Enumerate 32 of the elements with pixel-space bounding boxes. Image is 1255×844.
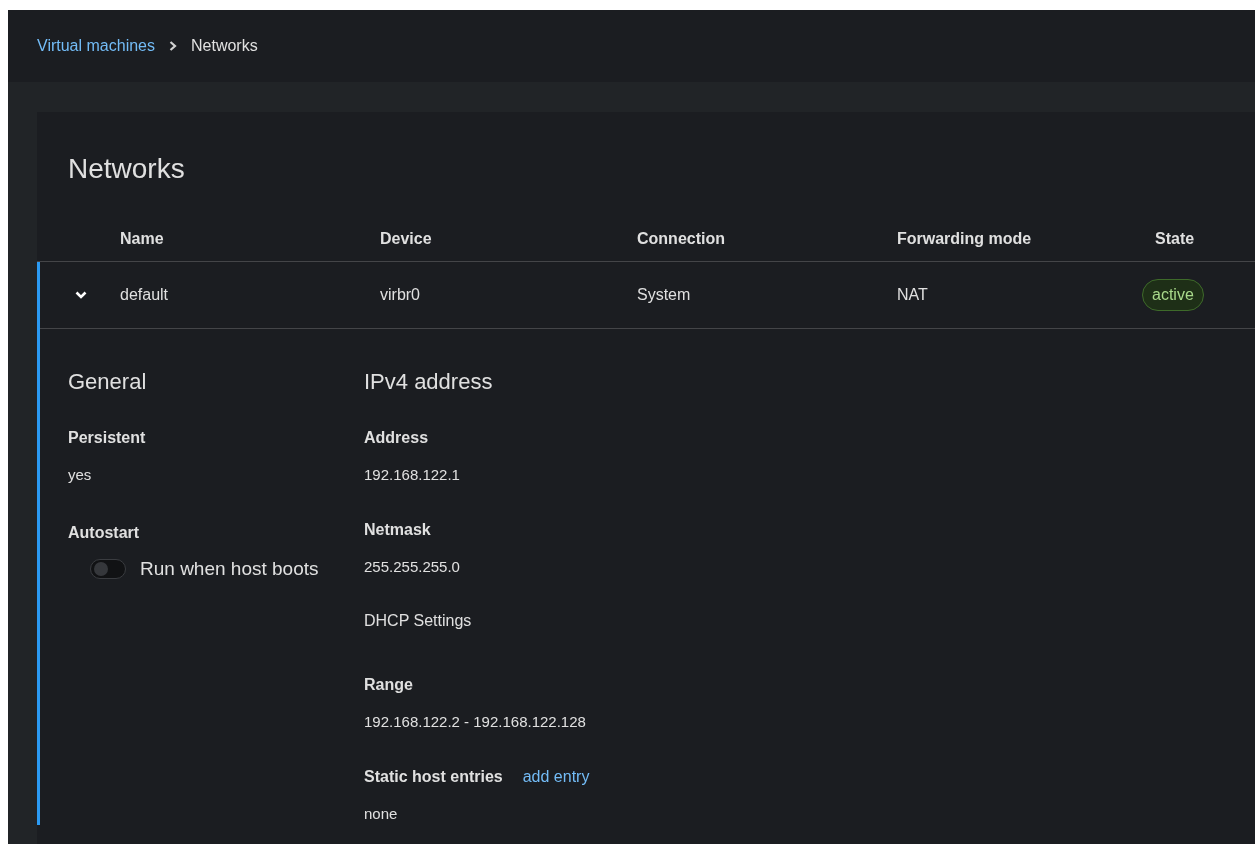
table-cell-text: NAT bbox=[897, 285, 929, 305]
column-header: State bbox=[1155, 228, 1196, 249]
table-cell-text: System bbox=[637, 285, 692, 305]
field-label: Address bbox=[364, 428, 430, 448]
table-cell-text: default bbox=[120, 285, 170, 305]
column-header: Device bbox=[380, 228, 433, 249]
field-value: 192.168.122.2 - 192.168.122.128 bbox=[364, 712, 587, 732]
field-value: yes bbox=[68, 465, 93, 485]
column-header: Connection bbox=[637, 228, 726, 249]
column-header: Name bbox=[120, 228, 165, 249]
field-value: 192.168.122.1 bbox=[364, 465, 461, 485]
chevron-right-icon bbox=[169, 41, 177, 51]
field-label: Netmask bbox=[364, 519, 432, 540]
table-cell-text: virbr0 bbox=[380, 285, 421, 305]
add-entry-link[interactable]: add entry bbox=[522, 764, 590, 789]
field-value: 255.255.255.0 bbox=[364, 556, 461, 577]
chevron-down-icon bbox=[75, 290, 87, 300]
field-label: Range bbox=[364, 675, 414, 695]
switch-label: Run when host boots bbox=[140, 556, 319, 581]
field-label: Autostart bbox=[68, 522, 141, 543]
breadcrumb-current: Networks bbox=[191, 36, 258, 56]
column-header: Forwarding mode bbox=[897, 228, 1033, 249]
breadcrumb-link[interactable]: Virtual machines bbox=[37, 34, 155, 58]
toggle-switch[interactable] bbox=[90, 558, 126, 579]
field-label: Persistent bbox=[68, 428, 147, 448]
section-heading: IPv4 address bbox=[364, 368, 494, 396]
section-heading: General bbox=[68, 368, 148, 396]
field-label: Static host entries bbox=[364, 766, 503, 787]
state-badge: active bbox=[1142, 279, 1204, 311]
page-title: Networks bbox=[67, 152, 186, 186]
subsection-heading: DHCP Settings bbox=[364, 611, 473, 631]
field-value: none bbox=[364, 803, 399, 824]
